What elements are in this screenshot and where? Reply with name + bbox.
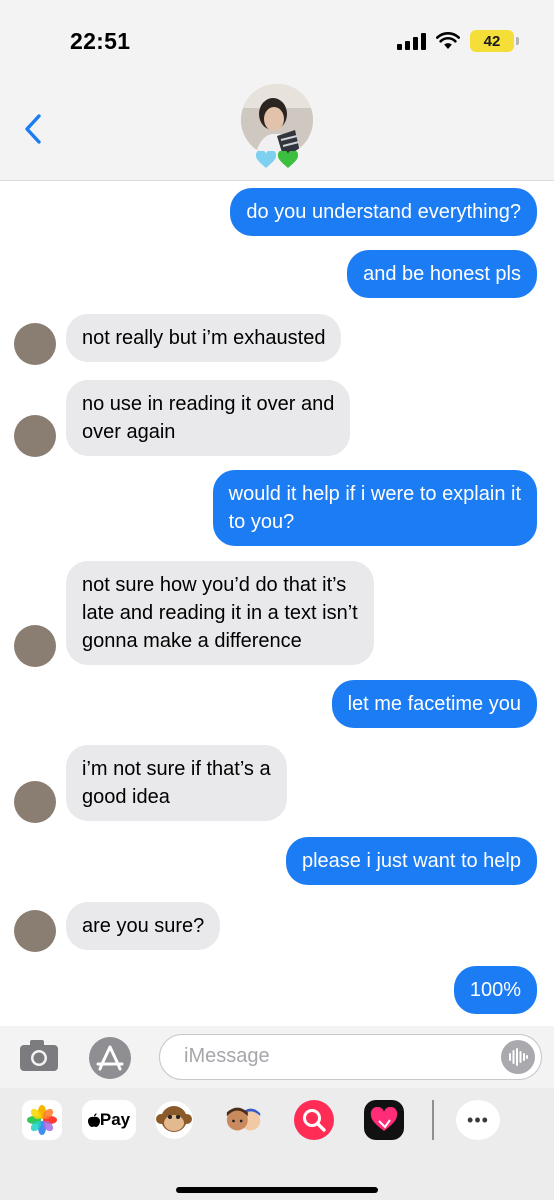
photos-icon <box>27 1105 57 1135</box>
sent-message[interactable]: let me facetime you <box>331 680 537 728</box>
contact-avatar[interactable] <box>241 84 313 156</box>
sender-avatar[interactable] <box>14 781 56 823</box>
animoji-app-button[interactable] <box>154 1100 194 1140</box>
monkey-icon <box>155 1101 193 1139</box>
message-input-placeholder: iMessage <box>184 1045 270 1067</box>
contact-name-hearts[interactable] <box>256 151 298 169</box>
apple-pay-label: Pay <box>99 1110 131 1129</box>
sender-avatar[interactable] <box>14 415 56 457</box>
waveform-icon <box>509 1048 528 1066</box>
sent-message[interactable]: and be honest pls <box>347 250 537 298</box>
received-message[interactable]: no use in reading it over and over again <box>66 380 351 456</box>
image-search-icon <box>303 1109 326 1132</box>
cellular-signal-icon <box>397 32 426 50</box>
memoji-app-button[interactable] <box>224 1100 264 1140</box>
received-message[interactable]: not sure how you’d do that it’s late and… <box>66 561 374 665</box>
sent-message[interactable]: would it help if i were to explain it to… <box>212 470 537 546</box>
light-blue-heart-icon <box>256 151 276 168</box>
app-drawer-divider <box>432 1100 434 1140</box>
wifi-icon <box>436 32 460 50</box>
more-apps-button[interactable]: ••• <box>456 1100 500 1140</box>
sender-avatar[interactable] <box>14 323 56 365</box>
contact-photo-icon <box>241 84 313 156</box>
heart-touch-icon <box>370 1107 398 1131</box>
camera-button[interactable] <box>18 1036 60 1079</box>
app-store-button[interactable] <box>89 1037 131 1079</box>
sent-message[interactable]: do you understand everything? <box>230 188 537 236</box>
sent-message[interactable]: please i just want to help <box>285 837 537 885</box>
status-icons: 42 <box>397 30 519 52</box>
apple-pay-app-button[interactable]: Pay <box>82 1100 136 1140</box>
apple-logo-icon <box>87 1113 100 1127</box>
sender-avatar[interactable] <box>14 910 56 952</box>
more-icon: ••• <box>467 1109 489 1130</box>
search-images-app-button[interactable] <box>294 1100 334 1140</box>
back-button[interactable] <box>22 112 44 151</box>
camera-icon <box>20 1040 58 1071</box>
sent-message[interactable]: 100% <box>453 966 537 1014</box>
audio-message-button[interactable] <box>501 1040 535 1074</box>
memoji-stickers-icon <box>226 1107 261 1131</box>
home-indicator[interactable] <box>176 1187 378 1193</box>
app-store-icon <box>96 1045 124 1071</box>
digital-touch-app-button[interactable] <box>364 1100 404 1140</box>
received-message[interactable]: not really but i’m exhausted <box>66 314 342 362</box>
sender-avatar[interactable] <box>14 625 56 667</box>
photos-app-button[interactable] <box>22 1100 62 1140</box>
status-time: 22:51 <box>70 28 131 54</box>
message-input[interactable]: iMessage <box>159 1034 542 1080</box>
received-message[interactable]: are you sure? <box>66 902 221 950</box>
chevron-left-icon <box>25 114 41 144</box>
battery-icon: 42 <box>470 30 519 52</box>
green-heart-icon <box>278 151 298 168</box>
received-message[interactable]: i’m not sure if that’s a good idea <box>66 745 287 821</box>
